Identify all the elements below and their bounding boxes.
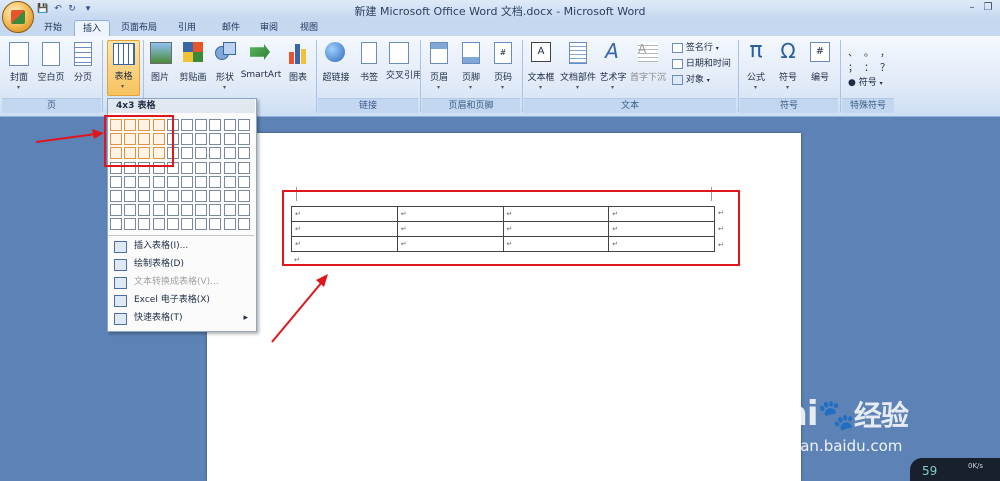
arrow-to-grid — [35, 133, 97, 143]
arrow-to-table — [271, 281, 323, 343]
arrow-head — [316, 274, 328, 287]
baidu-watermark-logo: Bai🐾经验 — [760, 394, 909, 434]
arrow-head — [92, 129, 104, 139]
paw-icon: 🐾 — [817, 398, 855, 433]
network-speed-widget: 59 0K/s — [910, 458, 1000, 481]
watermark-url: jingyan.baidu.com — [764, 437, 903, 455]
speed-number: 59 — [922, 464, 938, 478]
office-button[interactable] — [2, 1, 34, 33]
speed-text: 0K/s — [968, 462, 984, 470]
